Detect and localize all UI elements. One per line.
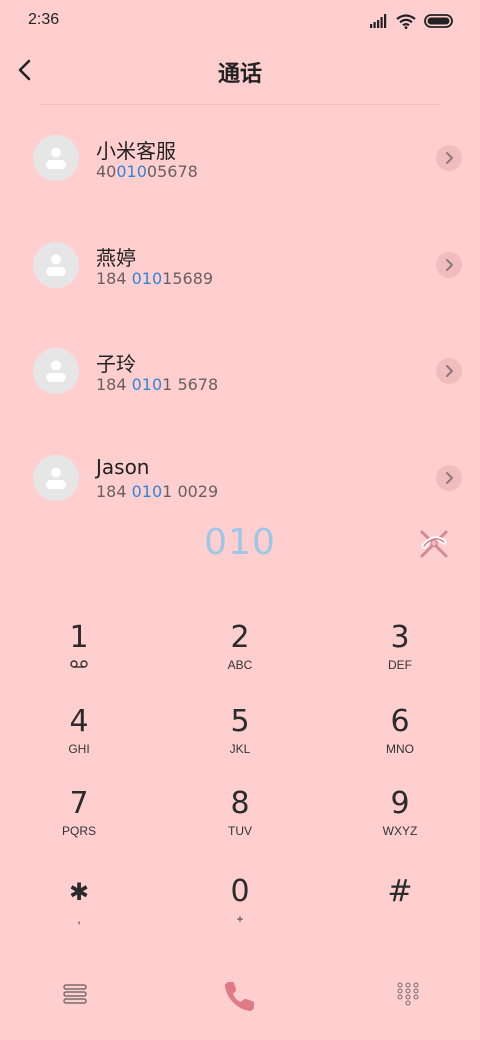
- phone-icon: [225, 982, 254, 1011]
- key-9[interactable]: 9 WXYZ: [340, 786, 460, 856]
- call-button[interactable]: [220, 976, 260, 1016]
- signal-icon: [370, 14, 387, 28]
- chevron-right-icon: [446, 258, 453, 271]
- header-divider: [40, 104, 440, 105]
- person-icon: [46, 467, 66, 489]
- key-7[interactable]: 7 PQRS: [19, 786, 139, 856]
- contact-detail-button[interactable]: [436, 145, 462, 171]
- contact-number: 184 0101 0029: [96, 481, 219, 501]
- chevron-right-icon: [446, 471, 453, 484]
- chevron-right-icon: [446, 152, 453, 164]
- dialed-number-display: 010: [204, 522, 276, 563]
- voicemail-icon: [70, 660, 88, 668]
- contact-name: 小米客服: [96, 139, 176, 163]
- battery-icon: [424, 14, 453, 28]
- contact-number: 184 0101 5678: [96, 375, 219, 394]
- key-4[interactable]: 4 GHI: [19, 704, 139, 774]
- key-5[interactable]: 5 JKL: [180, 704, 300, 774]
- person-icon: [46, 360, 66, 382]
- contact-name: 子玲: [96, 352, 136, 376]
- key-8[interactable]: 8 TUV: [180, 786, 300, 856]
- contact-result-list: 小米客服 4001005678 燕婷 184 01015689 子玲 184 0…: [0, 125, 480, 551]
- contact-detail-button[interactable]: [436, 251, 462, 278]
- key-2[interactable]: 2 ABC: [180, 620, 300, 690]
- key-0[interactable]: 0 +: [180, 874, 300, 944]
- key-6[interactable]: 6 MNO: [340, 704, 460, 774]
- status-icons: [370, 12, 454, 30]
- contact-row[interactable]: 子玲 184 0101 5678: [0, 338, 480, 445]
- status-time: 2:36: [28, 11, 60, 28]
- number-match-highlight: 010: [116, 162, 147, 181]
- menu-icon: [63, 984, 87, 1004]
- avatar: [33, 241, 79, 288]
- clear-input-icon: [420, 530, 448, 558]
- avatar: [33, 454, 79, 501]
- menu-button[interactable]: [62, 982, 88, 1006]
- person-icon: [46, 254, 66, 276]
- key-3[interactable]: 3 DEF: [340, 620, 460, 690]
- avatar: [33, 135, 79, 181]
- wifi-icon: [396, 13, 416, 29]
- person-icon: [46, 147, 66, 169]
- key-1[interactable]: 1: [19, 620, 139, 690]
- key-star[interactable]: ✱ ,: [19, 874, 139, 944]
- contact-detail-button[interactable]: [436, 464, 462, 491]
- clear-input-button[interactable]: [414, 524, 454, 564]
- contact-number: 184 01015689: [96, 268, 214, 288]
- status-bar: 2:36: [0, 0, 480, 40]
- contact-name: 燕婷: [96, 245, 136, 270]
- avatar: [33, 348, 79, 394]
- number-match-highlight: 010: [131, 481, 163, 501]
- chevron-right-icon: [446, 365, 453, 377]
- number-match-highlight: 010: [131, 375, 163, 394]
- contact-number: 4001005678: [96, 162, 198, 181]
- number-match-highlight: 010: [131, 268, 163, 288]
- bottom-action-bar: [0, 970, 480, 1020]
- dialpad-icon: [397, 982, 419, 1006]
- page-title: 通话: [217, 62, 262, 87]
- dialpad-toggle-button[interactable]: [396, 982, 420, 1006]
- contact-name: Jason: [96, 454, 150, 479]
- contact-detail-button[interactable]: [436, 358, 462, 384]
- key-hash[interactable]: #: [340, 874, 460, 944]
- header: 通话: [0, 46, 480, 94]
- contact-row[interactable]: 燕婷 184 01015689: [0, 232, 480, 339]
- contact-row[interactable]: 小米客服 4001005678: [0, 125, 480, 232]
